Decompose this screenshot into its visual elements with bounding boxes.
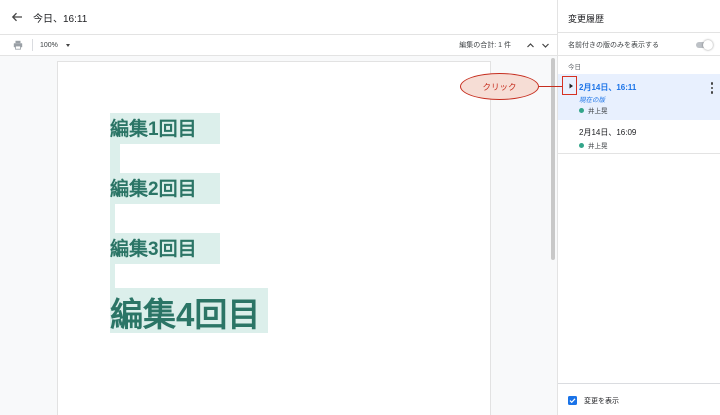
show-changes-label: 変更を表示 [584,398,619,405]
version-time: 2月14日、16:09 [579,128,637,137]
highlight-gap-1 [110,144,120,173]
callout-connector [539,86,562,87]
zoom-select[interactable]: 100% [40,42,70,49]
edit-text-3: 編集3回目 [110,239,197,260]
next-edit-button[interactable] [539,39,551,51]
named-versions-only-label: 名前付きの版のみを表示する [568,42,659,49]
highlight-gap-2 [110,204,115,233]
version-item[interactable]: 2月14日、16:09 井上晃 [558,120,720,154]
back-arrow-icon[interactable] [9,9,25,25]
chevron-down-icon [541,43,549,48]
more-vert-icon[interactable] [710,82,714,94]
panel-footer: 変更を表示 [558,383,720,415]
author-name: 井上晃 [588,143,608,150]
edit-count-label: 編集の合計: 1 件 [459,42,511,49]
author-name: 井上晃 [588,108,608,115]
version-author: 井上晃 [579,105,608,115]
header-bar: 今日、16:11 [0,0,557,34]
previous-edit-button[interactable] [524,39,536,51]
version-history-view: 今日、16:11 100% 編集の合計: 1 件 編集1回目 編集2回目 編集3… [0,0,720,415]
version-history-panel: 変更履歴 名前付きの版のみを表示する 今日 2月14日、16:11 現在の版 井… [557,0,720,415]
scrollbar[interactable] [551,58,555,260]
current-version-label: 現在の版 [579,97,605,104]
document-page: 編集1回目 編集2回目 編集3回目 編集4回目 [58,62,490,415]
chevron-down-icon [65,43,70,47]
edit-text-4: 編集4回目 [110,296,261,333]
toolbar: 100% 編集の合計: 1 件 [0,34,557,56]
date-group-label: 今日 [568,64,581,71]
version-time: 2月14日、16:11 [579,83,637,92]
version-item-current[interactable]: 2月14日、16:11 現在の版 井上晃 [558,74,720,120]
panel-title: 変更履歴 [568,14,605,24]
author-color-dot [579,142,584,148]
document-canvas: 編集1回目 編集2回目 編集3回目 編集4回目 [0,56,557,415]
check-icon [569,398,576,404]
toolbar-divider [32,39,33,51]
version-title: 今日、16:11 [33,13,88,25]
edit-text-2: 編集2回目 [110,179,197,200]
highlight-gap-3 [110,264,115,288]
edit-text-1: 編集1回目 [110,119,197,140]
divider [558,32,720,33]
toggle-knob [703,40,713,50]
chevron-up-icon [526,42,534,47]
named-versions-toggle[interactable] [695,40,714,50]
divider [558,55,720,56]
callout-highlight-box [562,76,577,95]
show-changes-checkbox[interactable] [568,396,577,405]
print-icon[interactable] [13,40,23,50]
author-color-dot [579,107,584,113]
version-author: 井上晃 [579,140,608,150]
zoom-value: 100% [40,41,58,49]
click-callout: クリック [460,73,539,100]
